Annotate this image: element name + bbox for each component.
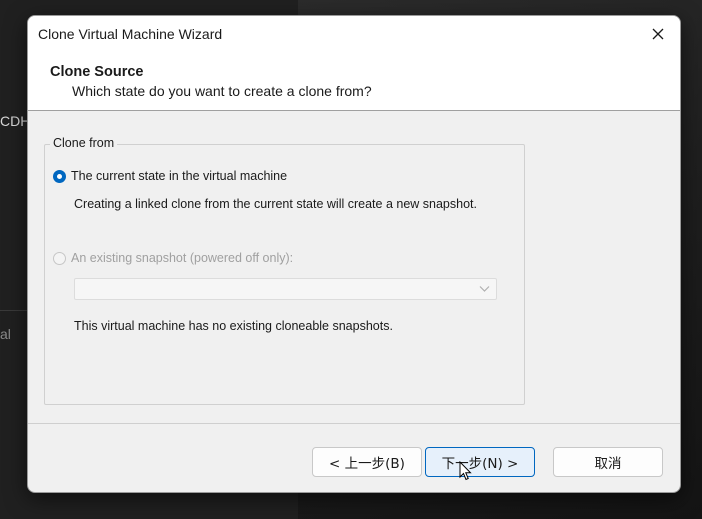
- next-button[interactable]: 下一步(N) >: [425, 447, 535, 477]
- window-title: Clone Virtual Machine Wizard: [38, 26, 223, 42]
- close-icon: [652, 28, 664, 40]
- clone-wizard-dialog: Clone Virtual Machine Wizard Clone Sourc…: [27, 15, 681, 493]
- page-title: Clone Source: [50, 64, 144, 80]
- chevron-down-icon: [479, 286, 490, 292]
- mouse-cursor-icon: [459, 461, 472, 481]
- radio-label: An existing snapshot (powered off only):: [71, 251, 294, 265]
- clone-from-group: [44, 144, 525, 405]
- radio-unselected-icon[interactable]: [53, 251, 66, 265]
- page-subtitle: Which state do you want to create a clon…: [72, 83, 372, 99]
- radio-existing-snapshot[interactable]: An existing snapshot (powered off only):: [53, 251, 293, 265]
- radio-current-state[interactable]: The current state in the virtual machine: [53, 169, 287, 183]
- radio-label: The current state in the virtual machine: [71, 169, 288, 183]
- group-label: Clone from: [50, 136, 118, 150]
- background-divider: [0, 310, 30, 311]
- snapshot-dropdown[interactable]: [74, 278, 497, 300]
- radio-selected-icon[interactable]: [53, 169, 66, 183]
- cancel-button[interactable]: 取消: [553, 447, 663, 477]
- background-text: CDH: [0, 113, 31, 129]
- close-button[interactable]: [636, 16, 680, 52]
- current-state-description: Creating a linked clone from the current…: [74, 197, 477, 211]
- background-text: al: [0, 326, 11, 342]
- title-bar: Clone Virtual Machine Wizard: [28, 16, 680, 52]
- wizard-header: Clone Source Which state do you want to …: [28, 52, 680, 111]
- back-button[interactable]: < 上一步(B): [312, 447, 422, 477]
- no-snapshots-note: This virtual machine has no existing clo…: [74, 319, 393, 333]
- footer-divider: [28, 423, 680, 424]
